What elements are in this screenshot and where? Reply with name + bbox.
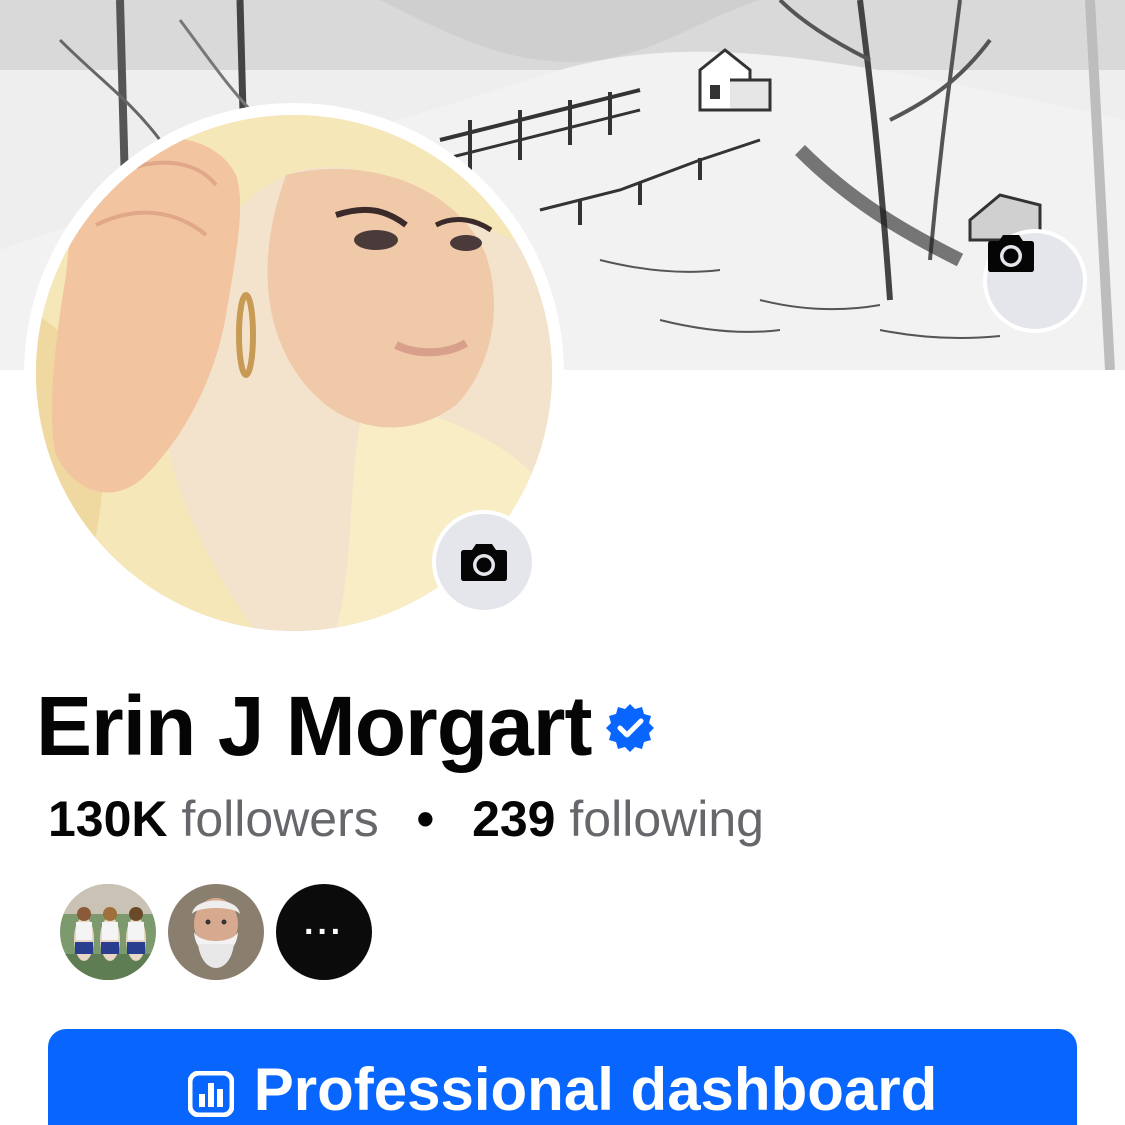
verified-badge-icon[interactable] [605,703,655,753]
following-count[interactable]: 239 [472,791,555,847]
camera-icon [988,235,1034,272]
followers-label[interactable]: followers [181,791,378,847]
more-followers-button[interactable]: ··· [276,884,372,980]
profile-camera-button[interactable] [432,510,536,614]
professional-dashboard-button[interactable]: Professional dashboard [48,1029,1077,1125]
camera-icon [461,544,507,581]
follow-stats: 130K followers • 239 following [48,786,764,852]
follower-avatars: ··· [60,884,384,980]
profile-page: Erin J Morgart 130K followers • 239 foll… [0,0,1125,1125]
more-followers-label: ··· [304,912,344,951]
cover-camera-button[interactable] [983,229,1087,333]
follower-photo [168,884,264,980]
profile-name-row: Erin J Morgart [36,676,655,776]
followers-count[interactable]: 130K [48,791,168,847]
stats-separator: • [416,791,435,847]
follower-avatar[interactable] [168,884,264,980]
following-label[interactable]: following [569,791,764,847]
bar-chart-icon [187,1071,234,1117]
follower-photo [60,884,156,980]
follower-avatar[interactable] [60,884,156,980]
profile-name: Erin J Morgart [36,679,592,773]
professional-dashboard-label: Professional dashboard [253,1056,938,1123]
